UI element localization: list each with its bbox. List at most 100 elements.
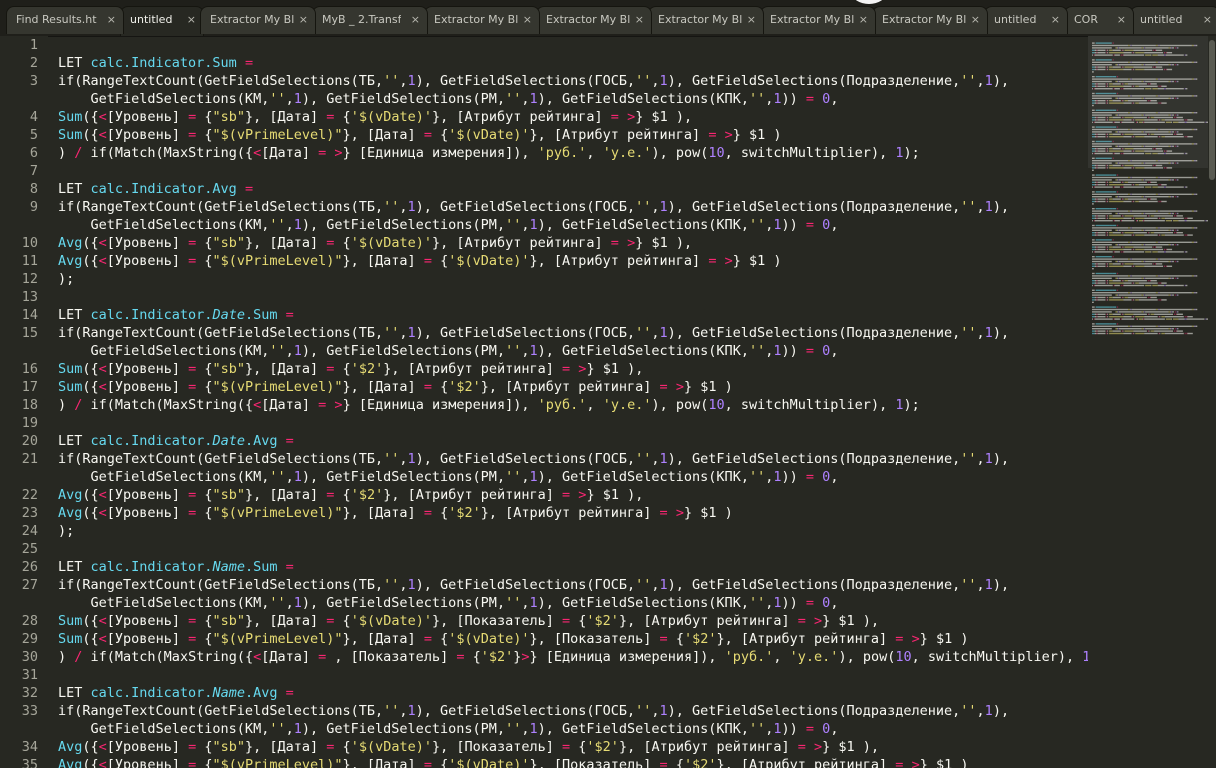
- close-icon[interactable]: ×: [971, 7, 980, 33]
- tab-3[interactable]: MyB _ 2.Transf ×: [312, 6, 428, 34]
- code-token: }, [Атрибут рейтинга]: [383, 361, 563, 377]
- minimap-token: [1107, 184, 1109, 186]
- code-line[interactable]: Sum({<[Уровень] = {"$(vPrimeLevel)"}, [Д…: [58, 630, 968, 648]
- code-line[interactable]: LET calc.Indicator.Date.Avg =: [58, 432, 294, 450]
- minimap-token: [1120, 284, 1122, 287]
- close-icon[interactable]: ×: [1203, 7, 1212, 33]
- code-token: GetFieldSelections(КМ,: [58, 343, 270, 359]
- minimap-token: [1122, 284, 1124, 287]
- code-token: '': [635, 73, 652, 89]
- minimap-token: [1112, 191, 1117, 193]
- close-icon[interactable]: ×: [635, 7, 644, 33]
- code-line[interactable]: GetFieldSelections(КМ,'',1), GetFieldSel…: [58, 720, 839, 738]
- code-token: '': [635, 199, 652, 215]
- code-token: ),: [992, 199, 1010, 215]
- code-line[interactable]: Sum({<[Уровень] = {"sb"}, [Дата] = {'$2'…: [58, 360, 643, 378]
- minimap-token: [1097, 332, 1106, 335]
- code-line[interactable]: Sum({<[Уровень] = {"$(vPrimeLevel)"}, [Д…: [58, 378, 733, 396]
- code-line[interactable]: Avg({<[Уровень] = {"sb"}, [Дата] = {'$2'…: [58, 486, 643, 504]
- minimap-token: [1106, 330, 1108, 332]
- code-token: "sb": [212, 109, 245, 125]
- code-token: 1: [293, 343, 302, 359]
- code-line[interactable]: if(RangeTextCount(GetFieldSelections(ТБ,…: [58, 72, 1009, 90]
- minimap-token: [1176, 313, 1183, 315]
- code-token: =: [188, 109, 197, 125]
- close-icon[interactable]: ×: [523, 7, 532, 33]
- line-number: 21: [21, 451, 38, 467]
- tab-7[interactable]: Extractor My Bl ×: [760, 6, 876, 34]
- minimap-token: [1147, 296, 1149, 299]
- code-line[interactable]: );: [58, 522, 74, 540]
- code-area[interactable]: LET calc.Indicator.Sum = if(RangeTextCoun…: [58, 36, 1088, 768]
- close-icon[interactable]: ×: [859, 7, 868, 33]
- minimap-token: [1157, 227, 1159, 229]
- tab-1[interactable]: untitled ×: [120, 6, 204, 36]
- close-icon[interactable]: ×: [299, 7, 308, 33]
- code-line[interactable]: Avg({<[Уровень] = {"$(vPrimeLevel)"}, [Д…: [58, 756, 968, 768]
- code-token: 1: [293, 469, 302, 485]
- code-line[interactable]: if(RangeTextCount(GetFieldSelections(ТБ,…: [58, 702, 1009, 720]
- code-line[interactable]: if(RangeTextCount(GetFieldSelections(ТБ,…: [58, 198, 1009, 216]
- code-token: {: [196, 505, 213, 521]
- code-line[interactable]: ) / if(Match(MaxString({<[Дата] = >} [Ед…: [58, 396, 920, 414]
- code-line[interactable]: LET calc.Indicator.Name.Avg =: [58, 684, 294, 702]
- close-icon[interactable]: ×: [1051, 7, 1060, 33]
- close-icon[interactable]: ×: [1117, 7, 1126, 33]
- close-icon[interactable]: ×: [187, 7, 196, 33]
- code-line[interactable]: Sum({<[Уровень] = {"sb"}, [Дата] = {'$(v…: [58, 612, 879, 630]
- minimap-token: [1170, 260, 1172, 263]
- tab-6[interactable]: Extractor My Bl ×: [648, 6, 764, 34]
- tab-0[interactable]: Find Results.ht ×: [6, 6, 124, 34]
- minimap-token: [1158, 193, 1160, 195]
- minimap-token: [1092, 263, 1095, 265]
- code-line[interactable]: Sum({<[Уровень] = {"$(vPrimeLevel)"}, [Д…: [58, 126, 782, 144]
- tab-11[interactable]: untitled ×: [1130, 6, 1216, 34]
- tab-5[interactable]: Extractor My Bl ×: [536, 6, 652, 34]
- code-line[interactable]: Avg({<[Уровень] = {"sb"}, [Дата] = {'$(v…: [58, 234, 692, 252]
- code-token: ,: [399, 703, 408, 719]
- code-line[interactable]: GetFieldSelections(КМ,'',1), GetFieldSel…: [58, 90, 839, 108]
- tab-9[interactable]: untitled ×: [984, 6, 1068, 34]
- code-line[interactable]: if(RangeTextCount(GetFieldSelections(ТБ,…: [58, 450, 1009, 468]
- code-line[interactable]: if(RangeTextCount(GetFieldSelections(ТБ,…: [58, 324, 1009, 342]
- line-number: 28: [21, 613, 38, 629]
- minimap-token: [1106, 234, 1108, 236]
- code-line[interactable]: );: [58, 270, 74, 288]
- code-line[interactable]: LET calc.Indicator.Sum =: [58, 54, 253, 72]
- tab-8[interactable]: Extractor My Bl ×: [872, 6, 988, 34]
- minimap-viewport[interactable]: [1088, 36, 1208, 168]
- code-line[interactable]: GetFieldSelections(КМ,'',1), GetFieldSel…: [58, 594, 839, 612]
- code-token: {: [334, 235, 351, 251]
- code-line[interactable]: Avg({<[Уровень] = {"$(vPrimeLevel)"}, [Д…: [58, 252, 782, 270]
- code-line[interactable]: LET calc.Indicator.Name.Sum =: [58, 558, 294, 576]
- scrollbar-thumb[interactable]: [1209, 40, 1215, 180]
- minimap-token: [1159, 332, 1161, 335]
- close-icon[interactable]: ×: [411, 7, 420, 33]
- code-line[interactable]: ) / if(Match(MaxString({<[Дата] = >} [Ед…: [58, 144, 920, 162]
- code-line[interactable]: Sum({<[Уровень] = {"sb"}, [Дата] = {'$(v…: [58, 108, 692, 126]
- code-token: <: [98, 127, 107, 143]
- code-token: >: [521, 649, 530, 665]
- code-line[interactable]: LET calc.Indicator.Date.Sum =: [58, 306, 294, 324]
- minimap-token: [1107, 217, 1109, 219]
- minimap-token: [1158, 176, 1160, 179]
- close-icon[interactable]: ×: [747, 7, 756, 33]
- minimap-token: [1147, 313, 1149, 315]
- code-token: '': [748, 721, 766, 737]
- close-icon[interactable]: ×: [107, 7, 116, 33]
- code-line[interactable]: Avg({<[Уровень] = {"$(vPrimeLevel)"}, [Д…: [58, 504, 733, 522]
- line-number: 12: [21, 271, 38, 287]
- code-line[interactable]: GetFieldSelections(КМ,'',1), GetFieldSel…: [58, 216, 839, 234]
- code-line[interactable]: Avg({<[Уровень] = {"sb"}, [Дата] = {'$(v…: [58, 738, 879, 756]
- tab-10[interactable]: COR ×: [1064, 6, 1134, 34]
- code-line[interactable]: if(RangeTextCount(GetFieldSelections(ТБ,…: [58, 576, 1009, 594]
- code-token: );: [58, 523, 75, 539]
- tab-4[interactable]: Extractor My Bl ×: [424, 6, 540, 34]
- code-line[interactable]: GetFieldSelections(КМ,'',1), GetFieldSel…: [58, 468, 839, 486]
- code-line[interactable]: GetFieldSelections(КМ,'',1), GetFieldSel…: [58, 342, 839, 360]
- code-token: ,: [773, 649, 790, 665]
- code-token: 10: [708, 397, 725, 413]
- tab-2[interactable]: Extractor My Bl ×: [200, 6, 316, 34]
- code-line[interactable]: ) / if(Match(MaxString({<[Дата] = , [Пок…: [58, 648, 1088, 666]
- code-line[interactable]: LET calc.Indicator.Avg =: [58, 180, 253, 198]
